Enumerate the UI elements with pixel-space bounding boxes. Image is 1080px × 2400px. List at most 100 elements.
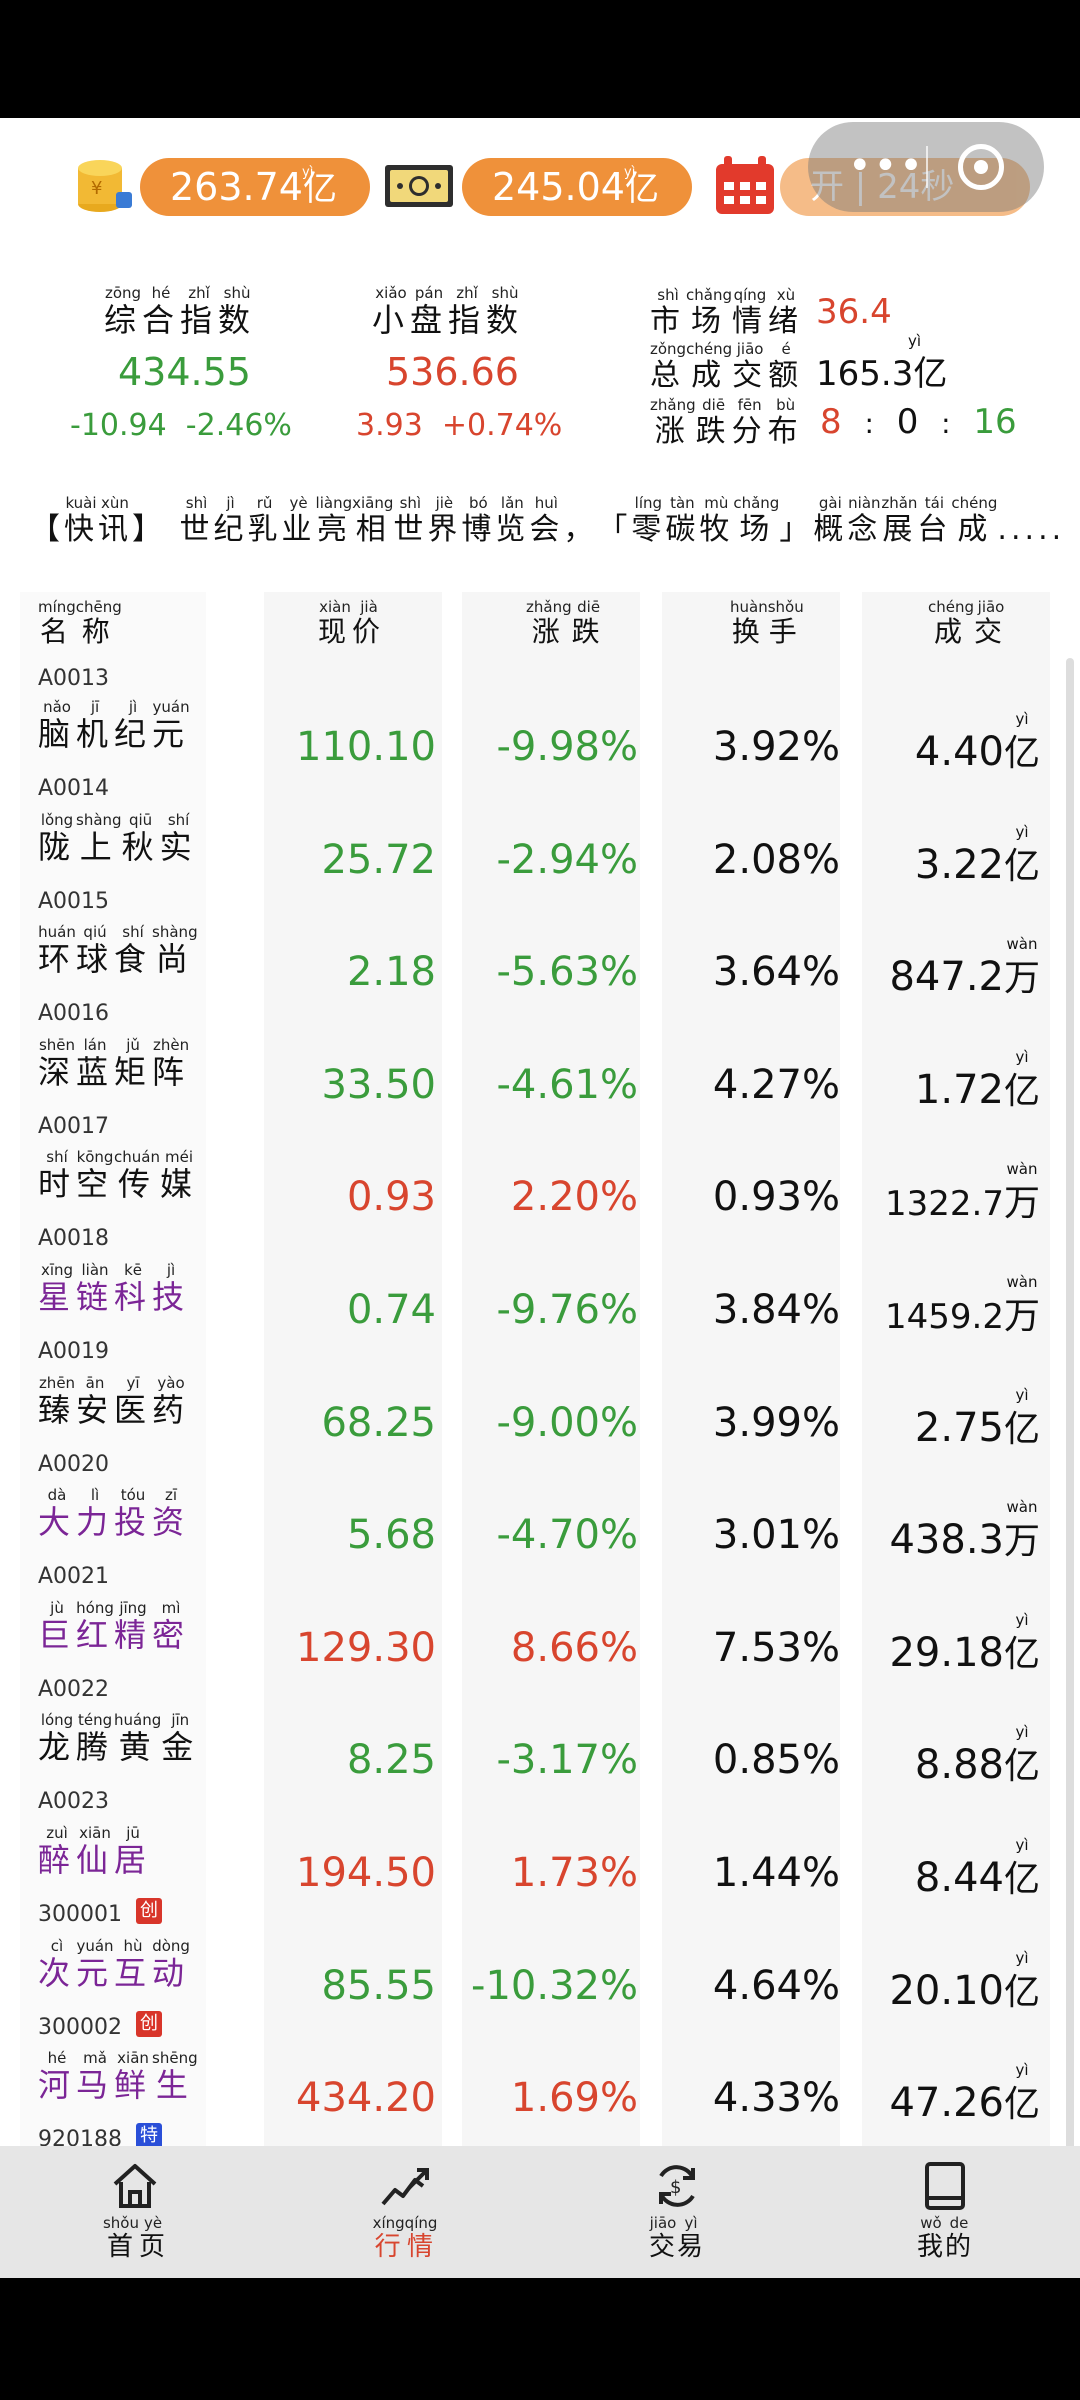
news-text-char: 界jiè [427,496,462,547]
stock-price: 25.72 [321,836,436,883]
board-badge: 创 [136,2010,162,2037]
volume-unit: 亿 yì [1003,2061,1040,2126]
table-row[interactable]: 次cì元yuán互hù动dòng 300002 创 85.55 -10.32% 4.64%… [0,1937,1080,2050]
stock-price: 33.50 [321,1061,436,1108]
stock-name-char: 时shí [38,1148,77,1204]
top-row-code: A0013 [38,666,110,691]
stock-name-char: 球qiú [76,923,115,979]
volume-unit: 万 wàn [1003,935,1040,1000]
exchange-icon: $ [659,2165,695,2207]
stock-name: 陇lǒng上shàng秋qiū实shí [38,810,198,868]
news-text-char: . [1051,512,1066,547]
svg-text:¥: ¥ [91,178,102,199]
news-text-char: 场chǎng [733,496,780,547]
stock-turnover: 1.44% [712,1850,840,1896]
table-row[interactable]: 大dà力lì投tóu资zī A0021 5.68 -4.70% 3.01% 438.3万 w… [0,1486,1080,1599]
volume-unit: 亿 yì [1003,1610,1040,1675]
volume-unit-pinyin: wàn [1006,1160,1038,1179]
header-volume[interactable]: 成chéng交jiāo [928,598,1009,650]
stock-change-pct: -10.32% [471,1962,638,2009]
volume-unit: 万 wàn [1003,1160,1040,1225]
news-text-char: 业yè [281,496,316,547]
stock-volume: 20.10亿 yì [889,1948,1040,2015]
header-turnover[interactable]: 换huàn手shǒu [730,598,804,650]
turnover-label-char: 额é [768,340,805,393]
stock-change-pct: -3.17% [496,1737,638,1784]
close-miniprogram-icon[interactable] [958,144,1004,190]
stock-name-char: 陇lǒng [38,810,77,866]
cash-asset-value: 245.04 [492,165,625,209]
composite-value: 434.55 [118,350,251,394]
stock-name-char: 纪jì [114,698,153,753]
stock-name-char: 秋qiū [121,810,160,866]
stock-volume: 1.72亿 yì [915,1047,1040,1114]
volume-unit: 万 wàn [1003,1273,1040,1337]
stock-name-char: 药yào [152,1373,191,1429]
volume-unit-pinyin: wàn [1006,1498,1038,1517]
stock-code: 300001 [38,1902,122,1927]
tab-label-char: 页yè [139,2214,168,2262]
header-label-char: 交jiāo [974,598,1009,648]
table-row[interactable]: 脑nǎo机jī纪jì元yuán A0014 110.10 -9.98% 3.92% 4.4… [0,698,1080,811]
distribution-label-char: 布bù [767,396,804,449]
distribution-label-char: 跌diē [695,396,732,449]
tab-mine[interactable]: 我wǒ的de [880,2160,1010,2263]
scrollbar[interactable] [1066,658,1074,2158]
volume-unit: 亿 yì [1003,1047,1040,1112]
news-text-char: 成chéng [951,496,998,547]
news-text-char: ， [563,512,598,547]
stock-change-pct: -4.61% [496,1061,638,1108]
book-icon [925,2162,965,2210]
table-row[interactable]: 醉zuì仙xiān居jū 300001 创 194.50 1.73% 1.44% 8.44亿… [0,1824,1080,1937]
header-price[interactable]: 现xiàn价jià [318,598,386,650]
news-tag: 【快kuài讯xùn】 [30,496,166,547]
volume-value: 8.44 [914,1855,1004,1901]
news-text-char: . [1024,512,1039,547]
table-row[interactable]: 星xīng链liàn科kē技jì A0019 0.74 -9.76% 3.84% 1459… [0,1261,1080,1374]
tab-trade[interactable]: $ 交jiāo易yì [612,2160,742,2263]
volume-value: 1459.2 [885,1297,1004,1337]
turnover-label-char: 交jiāo [732,340,769,393]
stock-price: 85.55 [321,1962,436,2009]
stock-name-char: 马mǎ [76,2049,115,2105]
table-row[interactable]: 巨jù红hóng精jīng密mì A0022 129.30 8.66% 7.53% 29.… [0,1599,1080,1712]
volume-unit: 亿 yì [1003,1948,1040,2013]
stock-change-pct: 1.73% [510,1850,638,1896]
stock-name-char: 鲜xiān [114,2049,153,2105]
turnover-label-char: 成chéng [686,340,733,393]
stock-volume: 3.22亿 yì [915,823,1040,889]
volume-value: 20.10 [889,1967,1004,2014]
composite-change: -10.94 -2.46% [70,408,292,443]
header-name[interactable]: 名míng称chēng [38,598,122,650]
tab-home[interactable]: 首shǒu页yè [70,2160,200,2263]
stock-turnover: 0.85% [712,1737,840,1784]
table-row[interactable]: 环huán球qiú食shí尚shàng A0016 2.18 -5.63% 3.64% 8… [0,923,1080,1036]
header-change[interactable]: 涨zhǎng跌diē [526,598,606,650]
stock-name: 时shí空kōng传chuán媒méi [38,1148,198,1205]
news-text: 世shì纪jì乳rǔ业yè亮liàng相xiāng世shì界jiè博bó览lǎn… [180,496,1066,547]
stock-name-char: 实shí [159,810,198,866]
more-options-icon[interactable]: ••• [848,146,925,186]
distribution-colon: : [941,407,951,440]
volume-unit-pinyin: yì [1015,1610,1029,1629]
stock-name: 脑nǎo机jī纪jì元yuán [38,698,190,755]
stock-name-char: 居jū [114,1824,153,1879]
distribution-up: 8 [820,402,842,442]
news-text-char: 相xiāng [352,496,394,547]
news-text-char: 「 [597,512,632,547]
stock-name-char: 尚shàng [152,923,198,979]
news-tag-char: 讯xùn [98,496,132,547]
news-text-char: 概gài [813,496,848,547]
table-row[interactable]: 陇lǒng上shàng秋qiū实shí A0015 25.72 -2.94% 2.08%… [0,811,1080,924]
smallcap-title-char: 指zhǐ [448,284,487,339]
svg-text:$: $ [670,2177,681,2198]
mini-program-capsule[interactable]: ••• [808,122,1044,212]
tab-market[interactable]: 行xíng情qíng [340,2160,470,2263]
table-row[interactable]: 臻zhēn安ān医yī药yào A0020 68.25 -9.00% 3.99% 2.75… [0,1374,1080,1487]
table-row[interactable]: 深shēn蓝lán矩jǔ阵zhèn A0017 33.50 -4.61% 4.27% 1.… [0,1036,1080,1149]
tab-trade-label: 交jiāo易yì [612,2214,742,2263]
table-row[interactable]: 龙lóng腾téng黄huáng金jīn A0023 8.25 -3.17% 0.85%… [0,1711,1080,1824]
smallcap-change-points: 3.93 [356,408,423,443]
news-ticker[interactable]: 【快kuài讯xùn】 世shì纪jì乳rǔ业yè亮liàng相xiāng世sh… [30,496,1070,548]
table-row[interactable]: 时shí空kōng传chuán媒méi A0018 0.93 2.20% 0.93% 13… [0,1148,1080,1261]
